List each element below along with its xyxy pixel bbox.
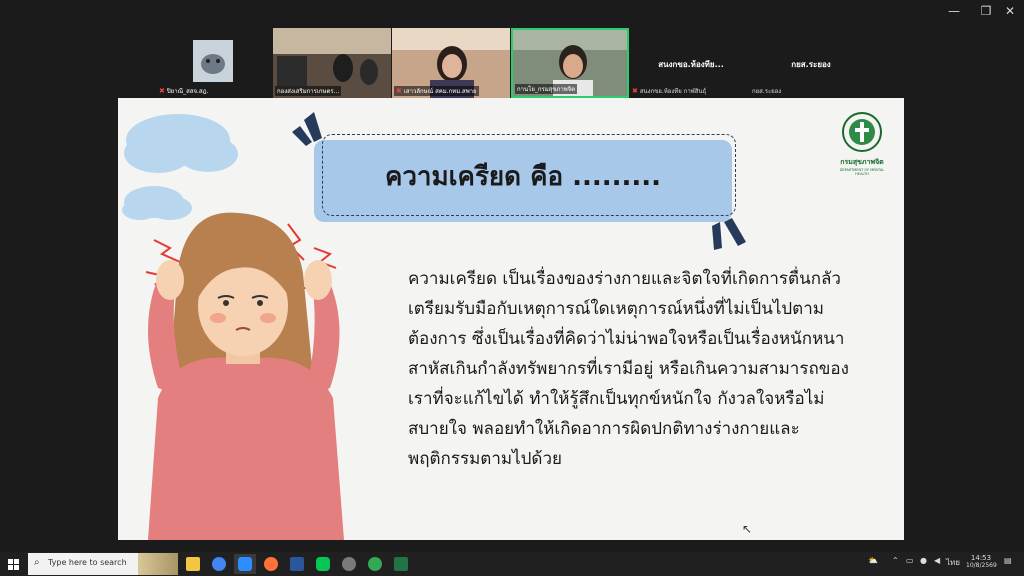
notification-icon[interactable]: ▤	[1004, 556, 1012, 565]
microphone-icon[interactable]: ●	[920, 556, 927, 565]
taskbar-search-input[interactable]: ⌕ Type here to search	[28, 553, 178, 575]
windows-start-icon[interactable]	[0, 552, 26, 576]
logo-subtitle: DEPARTMENT OF MENTAL HEALTH	[839, 168, 885, 176]
restore-icon[interactable]: ❐	[976, 3, 996, 19]
chevron-up-icon[interactable]: ⌃	[892, 556, 899, 565]
slide-body-text: ความเครียด เป็นเรื่องของร่างกายและจิตใจท…	[408, 269, 849, 469]
word-icon[interactable]	[286, 554, 308, 574]
department-logo: กรมสุขภาพจิต DEPARTMENT OF MENTAL HEALTH	[834, 112, 890, 176]
weather-icon[interactable]: ⛅	[868, 556, 878, 565]
close-icon[interactable]: ✕	[1000, 3, 1020, 19]
mouse-cursor-icon: ↖	[742, 522, 753, 536]
mic-muted-icon: ✖	[396, 87, 402, 95]
participant-tile[interactable]: ✖ เสาวลักษณ์ สคม.กทม.สพาย	[392, 28, 510, 98]
cloud-icon	[122, 114, 238, 220]
participant-name: ปิยาณี_สสจ.สฎ.	[166, 88, 209, 95]
taskbar: ⌕ Type here to search ⛅ ⌃ ▭ ● ◀ ไทย 14:5…	[0, 552, 1024, 576]
participant-name: สนงกขอ.ห้องทีย...	[658, 60, 724, 69]
clock-date: 10/8/2569	[966, 562, 997, 569]
volume-icon[interactable]: ◀	[934, 556, 940, 565]
mic-muted-icon: ✖	[159, 87, 165, 95]
meeting-top-bar: — ❐ ✕	[0, 0, 1024, 22]
participant-tile-active-speaker[interactable]: กานโย_กรมสุขภาพจิต	[511, 28, 629, 98]
minimize-icon[interactable]: —	[944, 3, 964, 19]
participant-subname: สนงกขอ.ห้องทีย กาฬสินธุ์	[639, 88, 707, 95]
participant-tile[interactable]: กองส่งเสริมการเกษตร...	[273, 28, 391, 98]
file-explorer-icon[interactable]	[182, 554, 204, 574]
participant-name: เสาวลักษณ์ สคม.กทม.สพาย	[403, 88, 477, 95]
participant-tile[interactable]: ✖ ปิยาณี_สสจ.สฎ.	[155, 28, 273, 98]
participant-tile[interactable]: กยส.ระยอง กยส.ระยอง	[752, 28, 870, 98]
participant-name: กานโย_กรมสุขภาพจิต	[517, 86, 576, 93]
excel-icon[interactable]	[390, 554, 412, 574]
slide-title: ความเครียด คือ .........	[384, 162, 662, 192]
search-placeholder: Type here to search	[48, 558, 127, 567]
logo-title: กรมสุขภาพจิต	[840, 158, 884, 166]
participant-name: กองส่งเสริมการเกษตร...	[277, 88, 340, 95]
clock-time: 14:53	[970, 554, 992, 562]
mic-muted-icon: ✖	[632, 87, 638, 95]
firefox-icon[interactable]	[260, 554, 282, 574]
participant-subname: กยส.ระยอง	[752, 88, 782, 95]
participant-photo	[193, 40, 233, 82]
misc-icon[interactable]	[338, 554, 360, 574]
participant-name: กยส.ระยอง	[791, 60, 831, 69]
system-clock[interactable]: 14:53 10/8/2569	[966, 554, 997, 569]
language-indicator[interactable]: ไทย	[946, 556, 960, 569]
search-highlight-image	[138, 553, 178, 575]
line-icon[interactable]	[312, 554, 334, 574]
shared-slide: ความเครียด คือ ......... ความเครียด เป็น…	[118, 98, 904, 540]
chrome-icon[interactable]	[208, 554, 230, 574]
department-seal-icon	[842, 112, 882, 152]
zoom-icon[interactable]	[234, 554, 256, 574]
network-icon[interactable]: ▭	[906, 556, 914, 565]
chrome-icon[interactable]	[364, 554, 386, 574]
participant-tile[interactable]: สนงกขอ.ห้องทีย... ✖ สนงกขอ.ห้องทีย กาฬสิน…	[632, 28, 750, 98]
search-icon: ⌕	[34, 557, 40, 568]
